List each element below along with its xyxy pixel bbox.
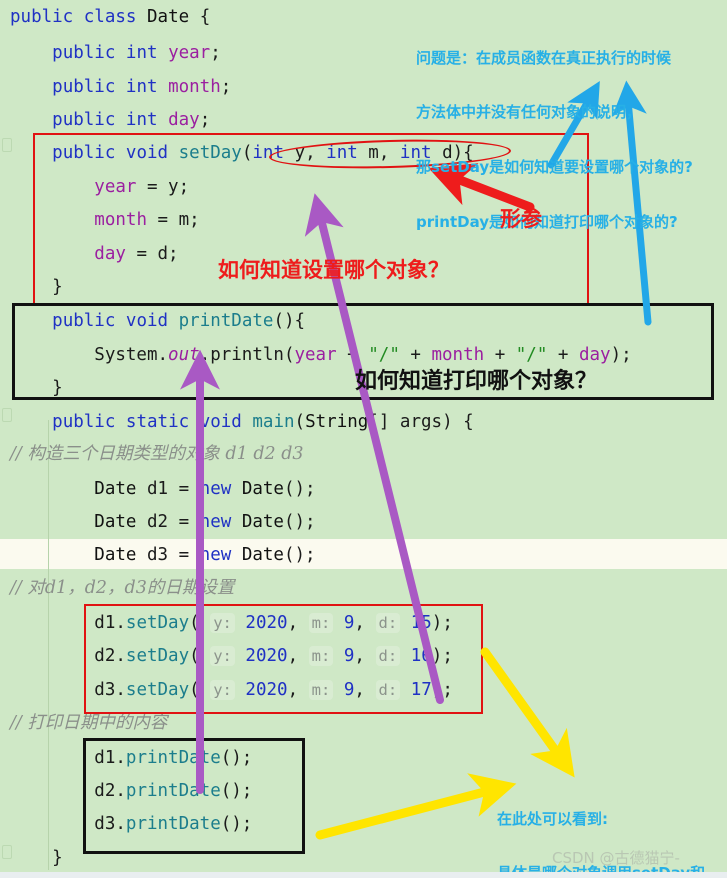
csdn-watermark: CSDN @古德猫宁- [552, 849, 680, 867]
comment-text: // 对d1，d2，d3的日期设置 [10, 578, 235, 598]
comment-text: // 构造三个日期类型的对象 d1 d2 d3 [10, 444, 304, 464]
top-right-annotation-line: 那setDay是如何知道要设置哪个对象的? [416, 158, 693, 177]
formal-param-label: 形参 [500, 207, 542, 231]
code-comment-line[interactable]: // 打印日期中的内容 [10, 708, 727, 738]
code-comment-line[interactable]: // 对d1，d2，d3的日期设置 [10, 573, 727, 603]
code-line[interactable]: d2.setDay( y: 2020, m: 9, d: 16); [10, 641, 727, 671]
code-line[interactable]: System.out.println(year + "/" + month + … [10, 340, 727, 370]
code-line[interactable]: Date d1 = new Date(); [10, 474, 727, 504]
bottom-strip [0, 872, 727, 878]
top-right-annotation: 问题是：在成员函数在真正执行的时候 方法体中并没有任何对象的说明， 那setDa… [416, 12, 693, 268]
code-line[interactable]: d1.printDate(); [10, 743, 727, 773]
code-comment-line[interactable]: // 构造三个日期类型的对象 d1 d2 d3 [10, 439, 727, 469]
screenshot-root: public class Date { public int year; pub… [0, 0, 727, 878]
code-line[interactable]: public static void main(String[] args) { [10, 407, 727, 437]
code-line[interactable]: d1.setDay( y: 2020, m: 9, d: 15); [10, 608, 727, 638]
code-line[interactable]: d3.setDay( y: 2020, m: 9, d: 17); [10, 675, 727, 705]
code-line[interactable]: Date d2 = new Date(); [10, 507, 727, 537]
bottom-right-annotation-line: 在此处可以看到: [497, 809, 608, 828]
setday-question-label: 如何知道设置哪个对象？ [218, 258, 449, 282]
top-right-annotation-line: 方法体中并没有任何对象的说明， [416, 103, 642, 122]
top-right-annotation-line: 问题是：在成员函数在真正执行的时候 [416, 48, 672, 67]
top-right-annotation-line: printDay是如何知道打印哪个对象的? [416, 213, 678, 232]
code-line[interactable]: public void printDate(){ [10, 306, 727, 336]
comment-text: // 打印日期中的内容 [10, 713, 168, 733]
code-line[interactable]: Date d3 = new Date(); [10, 540, 727, 570]
printdate-question-label: 如何知道打印哪个对象？ [355, 369, 598, 394]
